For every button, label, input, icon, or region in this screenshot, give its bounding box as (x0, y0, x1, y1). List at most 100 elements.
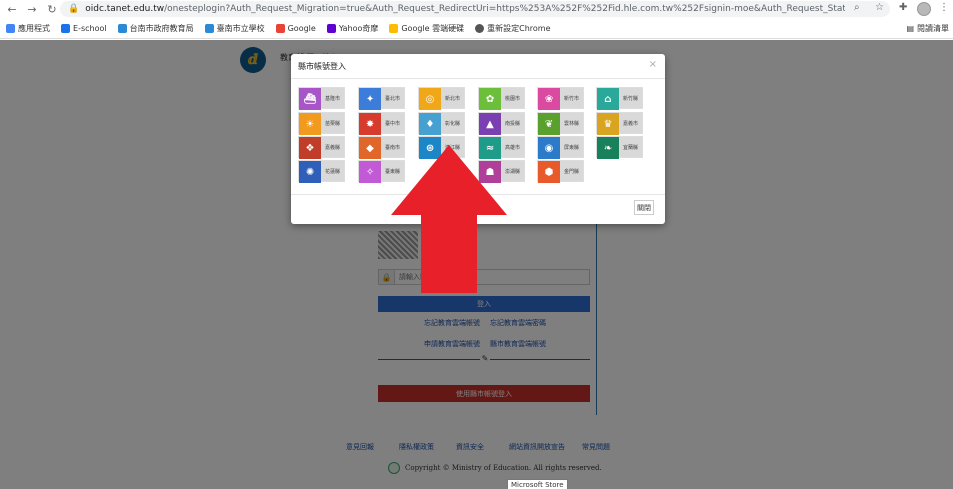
back-icon[interactable]: ← (4, 1, 20, 17)
county-logo-icon: ⌂ (597, 88, 620, 110)
tooltip: Microsoft Store (507, 479, 568, 489)
reading-list-icon: ▤ (906, 24, 914, 33)
county-tile-label: 嘉義市 (619, 113, 642, 133)
county-tile[interactable]: ✺ 花蓮縣 (298, 160, 345, 183)
bookmark-tainan-school[interactable]: 臺南市立學校 (204, 23, 265, 34)
county-tile[interactable]: ◎ 新北市 (418, 87, 465, 110)
county-tile[interactable]: ✿ 桃園市 (478, 87, 525, 110)
county-tile[interactable]: ◉ 屏東縣 (537, 136, 584, 159)
county-logo-icon: ✦ (359, 88, 382, 110)
county-tile-label: 宜蘭縣 (619, 137, 642, 157)
bookmarks-bar: 應用程式 E-school 台南市政府教育局 臺南市立學校 Google Yah… (0, 18, 953, 39)
url-text: oidc.tanet.edu.tw/onesteplogin?Auth_Requ… (85, 4, 845, 14)
county-logo-icon: ⛴ (299, 88, 322, 110)
county-logo-icon: ✸ (359, 113, 382, 135)
bookmark-google[interactable]: Google (275, 23, 316, 33)
county-logo-icon: ♦ (419, 113, 442, 135)
county-logo-icon: ❀ (538, 88, 561, 110)
reading-list[interactable]: ▤ 閱讀清單 (906, 23, 949, 34)
county-logo-icon: ◎ (419, 88, 442, 110)
bookmark-reset-chrome[interactable]: 重新設定Chrome (475, 23, 551, 34)
county-logo-icon: ✿ (479, 88, 502, 110)
county-tile-label: 花蓮縣 (321, 161, 344, 181)
site-icon (204, 23, 214, 33)
page-viewport: ⅆ 教育部 單一簽入 🔒 登入 忘記教育雲端帳號 忘記教育雲端密碼 申請教育雲端… (0, 40, 953, 489)
bookmark-drive[interactable]: Google 雲端硬碟 (389, 23, 464, 34)
modal-close-button[interactable]: 關閉 (634, 200, 654, 215)
county-logo-icon: ◉ (538, 137, 561, 159)
county-tile[interactable]: ♛ 嘉義市 (596, 112, 643, 135)
county-tile[interactable]: ⛴ 基隆市 (298, 87, 345, 110)
county-logo-icon: ❦ (538, 113, 561, 135)
profile-avatar[interactable] (917, 2, 931, 16)
county-tile[interactable]: ♦ 彰化縣 (418, 112, 465, 135)
county-tile-label: 臺中市 (381, 113, 404, 133)
county-tile-label: 雲林縣 (560, 113, 583, 133)
county-logo-icon: ❧ (597, 137, 620, 159)
menu-kebab-icon[interactable]: ⋮ (939, 2, 949, 13)
county-tile[interactable]: ❖ 嘉義縣 (298, 136, 345, 159)
county-tile[interactable]: ❧ 宜蘭縣 (596, 136, 643, 159)
red-arrow-annotation (391, 145, 507, 293)
close-icon[interactable]: × (649, 59, 657, 70)
county-tile[interactable]: ⌂ 新竹縣 (596, 87, 643, 110)
reload-icon[interactable]: ↻ (44, 1, 60, 17)
county-tile-label: 嘉義縣 (321, 137, 344, 157)
reading-list-label: 閱讀清單 (917, 24, 949, 33)
county-logo-icon: ✧ (359, 161, 382, 183)
bookmark-tainan-edu[interactable]: 台南市政府教育局 (117, 23, 194, 34)
bookmark-label: 應用程式 (18, 23, 50, 33)
county-tile-label: 新竹縣 (619, 88, 642, 108)
county-logo-icon: ⬢ (538, 161, 561, 183)
county-tile-label: 南投縣 (501, 113, 524, 133)
apps-icon (6, 23, 15, 33)
address-bar[interactable]: 🔒 oidc.tanet.edu.tw/onesteplogin?Auth_Re… (60, 1, 890, 17)
eschool-icon (61, 23, 70, 33)
bookmark-label: 重新設定Chrome (487, 23, 551, 33)
county-tile[interactable]: ⬢ 金門縣 (537, 160, 584, 183)
county-logo-icon: ▲ (479, 113, 502, 135)
county-logo-icon: ◆ (359, 137, 382, 159)
bookmark-label: Yahoo奇摩 (338, 23, 379, 33)
zoom-icon[interactable]: ⌕ (854, 2, 860, 13)
county-tile-label: 苗栗縣 (321, 113, 344, 133)
county-tile[interactable]: ❀ 新竹市 (537, 87, 584, 110)
county-tile[interactable]: ✸ 臺中市 (358, 112, 405, 135)
county-tile-label: 基隆市 (321, 88, 344, 108)
site-icon (117, 23, 127, 33)
county-logo-icon: ☀ (299, 113, 322, 135)
modal-title: 縣市帳號登入 (298, 62, 346, 71)
county-logo-icon: ✺ (299, 161, 322, 183)
chrome-icon (475, 23, 485, 33)
bookmark-eschool[interactable]: E-school (61, 23, 107, 33)
county-tile[interactable]: ❦ 雲林縣 (537, 112, 584, 135)
yahoo-icon (326, 23, 336, 33)
county-tile-label: 新北市 (441, 88, 464, 108)
county-logo-icon: ♛ (597, 113, 620, 135)
county-tile[interactable]: ▲ 南投縣 (478, 112, 525, 135)
bookmark-yahoo[interactable]: Yahoo奇摩 (326, 23, 379, 34)
county-tile-label: 金門縣 (560, 161, 583, 181)
bookmark-apps[interactable]: 應用程式 (6, 23, 50, 34)
county-tile-label: 彰化縣 (441, 113, 464, 133)
bookmark-label: 臺南市立學校 (216, 23, 265, 33)
county-tile-label: 臺北市 (381, 88, 404, 108)
modal-header-divider (291, 78, 665, 79)
url-host: oidc.tanet.edu.tw (85, 4, 165, 14)
county-logo-icon: ❖ (299, 137, 322, 159)
star-icon[interactable]: ☆ (875, 2, 884, 13)
county-tile[interactable]: ☀ 苗栗縣 (298, 112, 345, 135)
bookmark-label: Google (287, 23, 316, 33)
url-path: /onesteplogin?Auth_Request_Migration=tru… (164, 4, 846, 14)
extensions-icon[interactable]: ✚ (899, 2, 907, 13)
county-tile-label: 桃園市 (501, 88, 524, 108)
county-tile-label: 新竹市 (560, 88, 583, 108)
browser-toolbar: ← → ↻ 🔒 oidc.tanet.edu.tw/onesteplogin?A… (0, 0, 953, 18)
lock-icon[interactable]: 🔒 (68, 4, 79, 14)
bookmark-label: 台南市政府教育局 (129, 23, 194, 33)
bookmark-label: E-school (73, 23, 107, 33)
county-tile[interactable]: ✦ 臺北市 (358, 87, 405, 110)
county-tile-label: 屏東縣 (560, 137, 583, 157)
forward-icon[interactable]: → (24, 1, 40, 17)
bookmark-label: Google 雲端硬碟 (401, 23, 465, 33)
